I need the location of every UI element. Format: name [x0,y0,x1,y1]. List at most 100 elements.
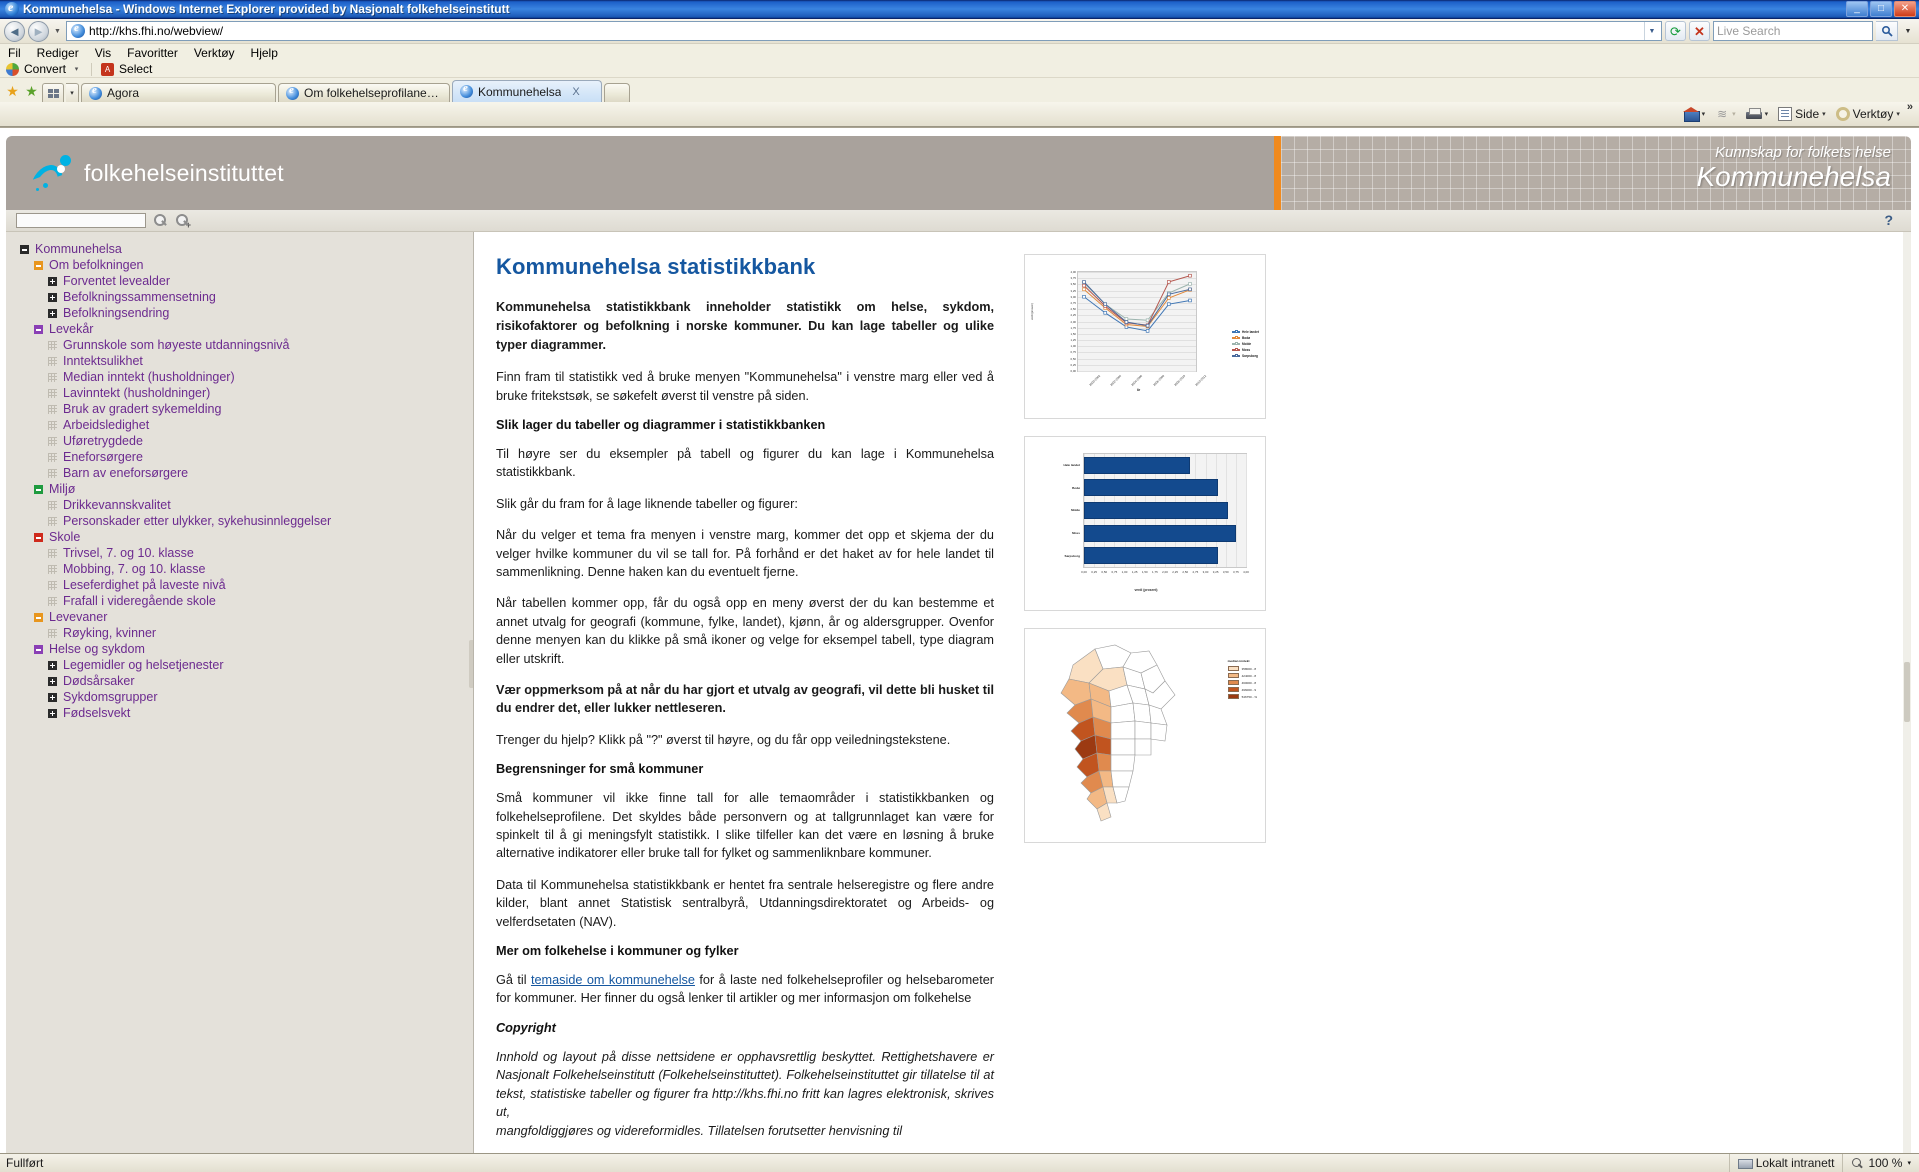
tree-item[interactable]: Skole [34,529,473,545]
tree-item[interactable]: Leseferdighet på laveste nivå [48,577,473,593]
tree-item[interactable]: Kommunehelsa [20,241,473,257]
tree-leaf-icon[interactable] [48,516,57,526]
tree-collapse-icon[interactable] [34,644,43,654]
stop-button[interactable]: ✕ [1689,21,1710,41]
tree-expand-icon[interactable] [48,660,57,670]
feeds-dropdown-icon[interactable]: ▾ [1732,110,1736,118]
tree-expand-icon[interactable] [48,676,57,686]
home-dropdown-icon[interactable]: ▾ [1702,110,1706,118]
tools-menu-button[interactable]: Verktøy ▾ [1833,106,1903,122]
tree-leaf-icon[interactable] [48,372,57,382]
search-icon[interactable] [153,213,168,228]
tree-expand-icon[interactable] [48,292,57,302]
menu-item-fil[interactable]: Fil [8,46,21,60]
tab-list-dropdown[interactable]: ▾ [66,83,79,102]
refresh-button[interactable]: ⟳ [1665,21,1686,41]
live-search-input[interactable]: Live Search [1713,21,1873,41]
figure-line-chart[interactable]: verdi (prosent) 4,00 3,75 3,50 3,25 3,00 2,75… [1024,254,1266,419]
tree-collapse-icon[interactable] [34,260,43,270]
tree-item[interactable]: Trivsel, 7. og 10. klasse [48,545,473,561]
menu-item-vis[interactable]: Vis [95,46,111,60]
tree-item[interactable]: Eneforsørgere [48,449,473,465]
tree-item[interactable]: Befolkningsendring [48,305,473,321]
favorites-star-icon[interactable]: ★ [4,82,21,99]
tree-item[interactable]: Frafall i videregående skole [48,593,473,609]
tree-item[interactable]: Miljø [34,481,473,497]
tree-item[interactable]: Fødselsvekt [48,705,473,721]
page-dropdown-icon[interactable]: ▾ [1822,110,1826,118]
tree-collapse-icon[interactable] [20,244,29,254]
tree-expand-icon[interactable] [48,308,57,318]
figure-choropleth-map[interactable]: median inntekt 358000 - 8 424000 - 8 46000… [1024,628,1266,843]
tree-item[interactable]: Lavinntekt (husholdninger) [48,385,473,401]
back-button[interactable]: ◄ [4,20,25,42]
tree-item[interactable]: Befolkningssammensetning [48,289,473,305]
tree-leaf-icon[interactable] [48,452,57,462]
new-tab-button[interactable] [604,83,630,102]
tree-leaf-icon[interactable] [48,548,57,558]
tree-item[interactable]: Helse og sykdom [34,641,473,657]
tree-item[interactable]: Legemidler og helsetjenester [48,657,473,673]
tab-agora[interactable]: Agora [81,83,276,102]
tree-expand-icon[interactable] [48,692,57,702]
tree-item[interactable]: Dødsårsaker [48,673,473,689]
tree-collapse-icon[interactable] [34,532,43,542]
tree-expand-icon[interactable] [48,708,57,718]
home-button[interactable]: ▾ [1680,106,1709,122]
add-to-favorites-icon[interactable]: ★ [23,82,40,99]
tree-item[interactable]: Bruk av gradert sykemelding [48,401,473,417]
tree-item[interactable]: Uføretrygdede [48,433,473,449]
tree-item[interactable]: Arbeidsledighet [48,417,473,433]
zoom-dropdown-icon[interactable]: ▾ [1907,1159,1911,1167]
search-input[interactable] [16,213,146,228]
tree-item[interactable]: Røyking, kvinner [48,625,473,641]
recent-pages-dropdown[interactable]: ▼ [52,22,63,40]
tree-item[interactable]: Personskader etter ulykker, sykehusinnle… [48,513,473,529]
menu-item-favoritter[interactable]: Favoritter [127,46,178,60]
tab-close-icon[interactable]: X [572,86,579,98]
tab-om-folkehelseprofilane[interactable]: Om folkehelseprofilane og Ko... [278,83,450,102]
tree-leaf-icon[interactable] [48,436,57,446]
address-dropdown-icon[interactable]: ▼ [1644,22,1659,40]
page-menu-button[interactable]: Side ▾ [1775,106,1829,122]
tree-collapse-icon[interactable] [34,612,43,622]
tree-leaf-icon[interactable] [48,404,57,414]
tree-leaf-icon[interactable] [48,564,57,574]
menu-item-rediger[interactable]: Rediger [37,46,79,60]
tree-leaf-icon[interactable] [48,420,57,430]
tree-leaf-icon[interactable] [48,468,57,478]
print-dropdown-icon[interactable]: ▾ [1765,110,1769,118]
help-button[interactable]: ? [1884,212,1893,228]
tree-item[interactable]: Levekår [34,321,473,337]
page-scrollbar-thumb[interactable] [1904,662,1910,722]
tab-kommunehelsa[interactable]: Kommunehelsa X [452,80,602,102]
tree-item[interactable]: Barn av eneforsørgere [48,465,473,481]
tree-leaf-icon[interactable] [48,628,57,638]
feeds-button[interactable]: ≋ ▾ [1712,106,1739,122]
select-button[interactable]: Select [119,62,152,76]
tree-item[interactable]: Median inntekt (husholdninger) [48,369,473,385]
temaside-link[interactable]: temaside om kommunehelse [531,973,695,987]
figure-bar-chart[interactable]: 0,00 0,25 0,50 0,75 1,00 1,25 1,50 1,75 2,00 2,25… [1024,436,1266,611]
search-plus-icon[interactable]: + [175,213,191,230]
tree-item[interactable]: Mobbing, 7. og 10. klasse [48,561,473,577]
tree-leaf-icon[interactable] [48,340,57,350]
tree-collapse-icon[interactable] [34,484,43,494]
window-controls[interactable]: _ □ ✕ [1846,1,1917,17]
tree-item[interactable]: Om befolkningen [34,257,473,273]
tree-collapse-icon[interactable] [34,324,43,334]
menu-item-verktoy[interactable]: Verktøy [194,46,235,60]
tree-expand-icon[interactable] [48,276,57,286]
tree-item[interactable]: Forventet levealder [48,273,473,289]
close-button[interactable]: ✕ [1894,1,1916,17]
tree-leaf-icon[interactable] [48,388,57,398]
tree-item[interactable]: Inntektsulikhet [48,353,473,369]
security-zone[interactable]: Lokalt intranett [1728,1154,1843,1172]
address-bar[interactable]: http://khs.fhi.no/webview/ ▼ [66,21,1662,41]
search-icon[interactable] [1876,21,1898,41]
maximize-button[interactable]: □ [1870,1,1892,17]
tree-leaf-icon[interactable] [48,500,57,510]
tree-leaf-icon[interactable] [48,596,57,606]
zoom-control[interactable]: 100 % ▾ [1842,1154,1919,1172]
search-provider-dropdown[interactable]: ▼ [1901,21,1915,41]
